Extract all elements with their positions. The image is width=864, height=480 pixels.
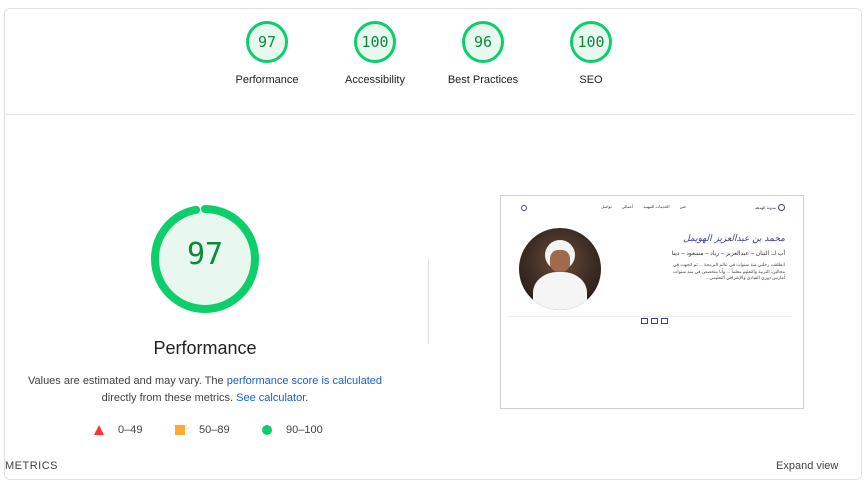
square-icon — [175, 425, 185, 435]
desc-text: Values are estimated and may vary. The — [27, 375, 227, 387]
calculator-link[interactable]: See calculator — [236, 392, 305, 404]
triangle-icon — [94, 425, 104, 435]
screenshot-social-icons — [641, 318, 668, 324]
logo-text: مدونة الهدهد — [754, 205, 776, 210]
performance-score-link[interactable]: performance score is calculated — [227, 375, 382, 387]
legend-average-label: 50–89 — [199, 424, 230, 436]
nav-item: عني — [679, 204, 687, 209]
desc-text: . — [305, 392, 309, 404]
social-icon — [641, 318, 648, 324]
final-screenshot[interactable]: عني الخدمات المهنية أعمالي تواصل مدونة ا… — [500, 195, 804, 409]
profile-photo — [519, 228, 601, 310]
gauge-ring: 96 — [462, 21, 504, 63]
performance-score: 97 — [186, 237, 224, 272]
gauge-score: 100 — [361, 33, 389, 51]
screenshot-divider — [507, 316, 792, 317]
screenshot-logo: مدونة الهدهد — [755, 204, 785, 211]
score-legend: 0–49 50–89 90–100 — [0, 424, 864, 440]
gauge-ring: 100 — [354, 21, 396, 63]
performance-title: Performance — [153, 338, 257, 358]
gauge-label: Accessibility — [345, 74, 405, 86]
profile-bio: انطلقت رحلتي منذ سنوات في عالم البرمجة .… — [625, 262, 785, 282]
circle-icon — [262, 425, 272, 435]
gauge-label: Performance — [235, 74, 299, 86]
screenshot-nav-items: عني الخدمات المهنية أعمالي تواصل — [601, 204, 687, 209]
social-icon — [661, 318, 668, 324]
gauge-ring: 97 — [246, 21, 288, 63]
vertical-divider — [428, 258, 429, 344]
legend-pass-label: 90–100 — [286, 424, 323, 436]
gauge-performance[interactable]: 97 Performance — [212, 21, 322, 86]
performance-description: Values are estimated and may vary. The p… — [20, 373, 390, 407]
gauge-label: SEO — [579, 74, 603, 86]
legend-fail: 0–49 — [94, 424, 142, 436]
gauge-score: 100 — [577, 33, 605, 51]
profile-subtitle: أب لـ: البتان – عبدالعزيز – رياد – مسعود… — [671, 251, 785, 257]
nav-item: الخدمات المهنية — [643, 204, 670, 209]
nav-item: أعمالي — [621, 204, 634, 209]
portrait-face — [550, 250, 570, 272]
nav-item: تواصل — [601, 204, 612, 209]
moon-icon — [521, 205, 527, 211]
gauge-accessibility[interactable]: 100 Accessibility — [320, 21, 430, 86]
gauge-seo[interactable]: 100 SEO — [536, 21, 646, 86]
legend-average: 50–89 — [175, 424, 230, 436]
portrait-body — [533, 272, 587, 310]
desc-text: directly from these metrics. — [101, 392, 237, 404]
logo-icon — [778, 204, 785, 211]
metrics-heading: METRICS — [5, 460, 58, 472]
legend-pass: 90–100 — [262, 424, 323, 436]
gauge-label: Best Practices — [447, 74, 519, 86]
gauge-score: 97 — [257, 33, 277, 51]
gauge-best-practices[interactable]: 96 Best Practices — [428, 21, 538, 86]
category-gauges: 97 Performance 100 Accessibility 96 Best… — [0, 21, 864, 111]
gauge-score: 96 — [473, 33, 493, 51]
profile-name: محمد بن عبدالعزيز الهويمل — [683, 234, 785, 244]
social-icon — [651, 318, 658, 324]
bio-line: أمارس دوري القيادي والإشرافي التعليمي... — [705, 275, 785, 280]
gauge-ring: 100 — [570, 21, 612, 63]
expand-view-link[interactable]: Expand view — [776, 460, 838, 472]
divider — [6, 114, 854, 115]
legend-fail-label: 0–49 — [118, 424, 143, 436]
screenshot-nav: عني الخدمات المهنية أعمالي تواصل مدونة ا… — [501, 204, 803, 214]
